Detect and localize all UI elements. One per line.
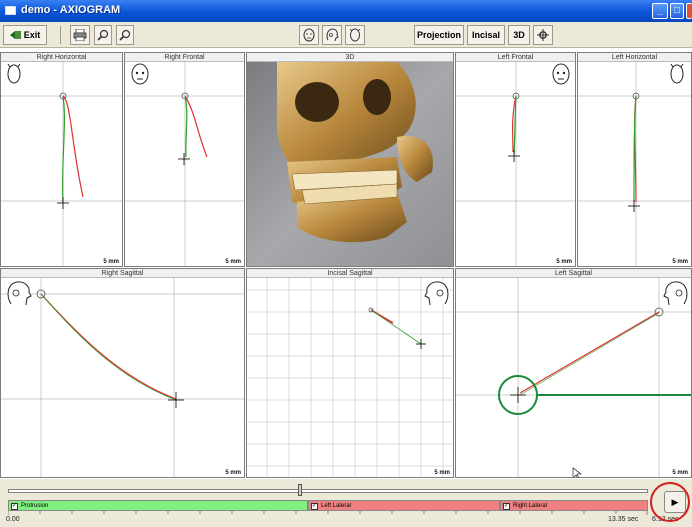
panel-title: Left Frontal	[456, 53, 575, 62]
trace-plot	[125, 62, 244, 266]
settings-button[interactable]	[533, 25, 553, 45]
highlight-ring-red	[650, 482, 690, 522]
minimize-button[interactable]: _	[652, 3, 668, 19]
printer-icon	[73, 29, 87, 41]
scale-label: 5 mm	[103, 259, 119, 265]
head-top-icon	[349, 28, 361, 42]
panel-title: Left Horizontal	[578, 53, 691, 62]
trace-plot	[1, 278, 244, 477]
exit-button[interactable]: Exit	[3, 25, 47, 45]
head-frontal-icon	[552, 63, 570, 85]
projection-button[interactable]: Projection	[414, 25, 464, 45]
scale-label: 5 mm	[672, 259, 688, 265]
scale-label: 5 mm	[556, 259, 572, 265]
head-top-button[interactable]	[345, 25, 365, 45]
head-top-icon	[670, 63, 684, 84]
segment-right-lateral[interactable]: ✓ Right Lateral	[500, 500, 648, 511]
segment-protrusion[interactable]: ✓ Protrusion	[8, 500, 308, 511]
zoom-in-icon	[97, 29, 109, 41]
skull-3d-render[interactable]	[247, 62, 453, 266]
zoom-out-icon	[119, 29, 131, 41]
trace-plot	[1, 62, 122, 266]
exit-label: Exit	[23, 30, 41, 40]
segment-left-lateral[interactable]: ✓ Left Lateral	[308, 500, 500, 511]
start-time: 0.00	[6, 516, 20, 523]
segment-label: Left Lateral	[321, 503, 352, 509]
head-top-icon	[7, 63, 21, 84]
zoom-in-button[interactable]	[94, 25, 112, 45]
protrusion-checkbox[interactable]: ✓	[11, 503, 18, 510]
panel-left-horizontal[interactable]: Left Horizontal 5 mm	[577, 52, 692, 267]
head-side-button[interactable]	[322, 25, 342, 45]
panel-title: Right Frontal	[125, 53, 244, 62]
incisal-button[interactable]: Incisal	[467, 25, 505, 45]
scale-label: 5 mm	[225, 470, 241, 476]
head-frontal-button[interactable]	[299, 25, 319, 45]
panel-right-frontal[interactable]: Right Frontal 5 mm	[124, 52, 245, 267]
axiogram-window: demo - AXIOGRAM _ □ Exit Projection Inci…	[0, 0, 692, 527]
maximize-button[interactable]: □	[670, 3, 684, 19]
scale-label: 5 mm	[225, 259, 241, 265]
panel-left-sagittal[interactable]: Left Sagittal 5 mm	[455, 268, 692, 478]
trace-plot	[456, 62, 575, 266]
segment-label: Right Lateral	[513, 503, 548, 509]
scale-label: 5 mm	[434, 470, 450, 476]
close-button[interactable]	[686, 3, 692, 19]
exit-icon	[9, 31, 21, 39]
zoom-out-button[interactable]	[116, 25, 134, 45]
head-side-icon	[424, 281, 449, 306]
trace-plot	[578, 62, 691, 266]
3d-button[interactable]: 3D	[508, 25, 530, 45]
timeline-slider-thumb[interactable]	[298, 484, 302, 496]
panel-title: Incisal Sagittal	[247, 269, 453, 278]
mouse-cursor-icon	[572, 467, 582, 477]
timeline-bar: ✓ Protrusion ✓ Left Lateral ✓ Right Late…	[0, 479, 692, 527]
head-side-icon	[326, 28, 339, 42]
toolbar: Exit Projection Incisal 3D	[0, 22, 692, 48]
skull-image	[277, 62, 433, 243]
gear-icon	[537, 29, 549, 41]
head-side-icon	[7, 281, 32, 306]
head-frontal-icon	[131, 63, 149, 85]
segment-label: Protrusion	[21, 503, 49, 509]
end-time: 13.35 sec	[608, 516, 639, 523]
timeline-ticks	[8, 511, 648, 515]
window-title: demo - AXIOGRAM	[21, 4, 121, 16]
head-side-icon	[663, 281, 688, 306]
panel-title: Right Sagittal	[1, 269, 244, 278]
toolbar-separator	[60, 26, 61, 44]
head-frontal-icon	[303, 28, 315, 42]
panel-right-horizontal[interactable]: Right Horizontal 5 mm	[0, 52, 123, 267]
right-lateral-checkbox[interactable]: ✓	[503, 503, 510, 510]
trace-plot	[456, 278, 691, 477]
left-lateral-checkbox[interactable]: ✓	[311, 503, 318, 510]
scale-label: 5 mm	[672, 470, 688, 476]
app-icon	[5, 6, 16, 15]
panel-left-frontal[interactable]: Left Frontal 5 mm	[455, 52, 576, 267]
timeline-slider-track[interactable]	[8, 489, 648, 493]
title-bar: demo - AXIOGRAM _ □	[0, 0, 692, 22]
panel-3d-view[interactable]: 3D	[246, 52, 454, 267]
panel-incisal-sagittal[interactable]: Incisal Sagittal 5 mm	[246, 268, 454, 478]
panel-title: Right Horizontal	[1, 53, 122, 62]
print-button[interactable]	[70, 25, 90, 45]
panel-title: Left Sagittal	[456, 269, 691, 278]
panel-title: 3D	[247, 53, 453, 62]
panel-right-sagittal[interactable]: Right Sagittal 5 mm	[0, 268, 245, 478]
trace-grid-plot	[247, 278, 453, 477]
